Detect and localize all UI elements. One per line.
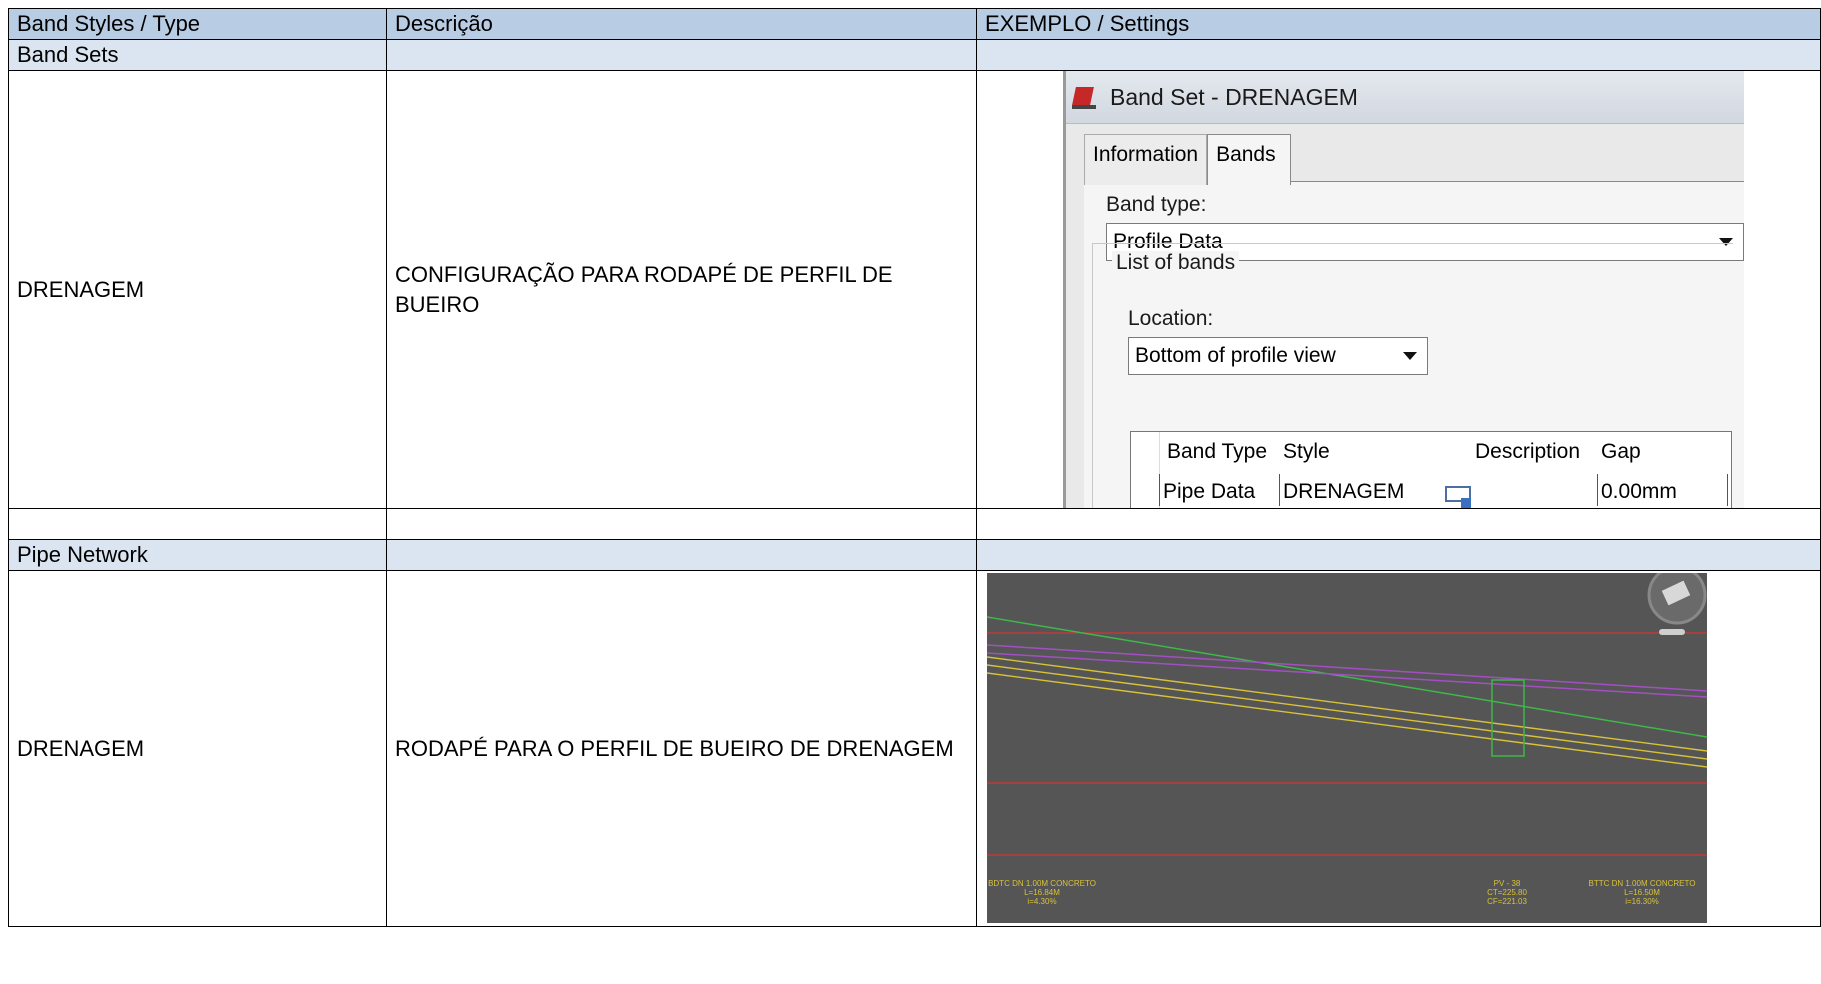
pipe-label-left-2: L=16.84M <box>1024 888 1060 897</box>
pipe-label-right-1: BTTC DN 1.00M CONCRETO <box>1589 879 1696 888</box>
pipe-label-right-2: L=16.50M <box>1624 888 1660 897</box>
structure-label-3: CF=221.03 <box>1487 897 1527 906</box>
table-row: DRENAGEM CONFIGURAÇÃO PARA RODAPÉ DE PER… <box>8 70 1821 509</box>
pipe-label-left-1: BDTC DN 1.00M CONCRETO <box>988 879 1096 888</box>
blank-row <box>8 508 1821 540</box>
section-title: Band Sets <box>8 39 387 71</box>
grid-header-style: Style <box>1283 440 1330 463</box>
structure-label-2: CT=225.80 <box>1487 888 1527 897</box>
grid-cell-style[interactable]: DRENAGEM <box>1283 472 1404 508</box>
location-label: Location: <box>1128 307 1214 330</box>
header-row: Band Styles / Type Descrição EXEMPLO / S… <box>8 8 1821 40</box>
dialog-titlebar: Band Set - DRENAGEM <box>1066 71 1744 124</box>
band-set-dialog: Band Set - DRENAGEM Information Bands Ba… <box>1063 71 1744 508</box>
grid-header-gap: Gap <box>1601 440 1641 463</box>
location-value: Bottom of profile view <box>1135 344 1336 367</box>
table-row: DRENAGEM RODAPÉ PARA O PERFIL DE BUEIRO … <box>8 570 1821 927</box>
profile-view-screenshot: BDTC DN 1.00M CONCRETO L=16.84M i=4.30% … <box>976 570 1821 927</box>
section-row-band-sets: Band Sets <box>8 39 1821 71</box>
grid-header-description: Description <box>1475 440 1581 463</box>
bands-grid: Band Type Style Description Gap Pipe Dat… <box>1130 431 1732 508</box>
band-set-dialog-screenshot: Band Set - DRENAGEM Information Bands Ba… <box>976 70 1821 509</box>
chevron-down-icon <box>1403 352 1417 360</box>
structure-label-1: PV - 38 <box>1494 879 1521 888</box>
band-type-label: Band type: <box>1106 193 1207 216</box>
header-example: EXEMPLO / Settings <box>976 8 1821 40</box>
grid-header-band-type: Band Type <box>1167 440 1268 463</box>
civil3d-app-icon <box>1072 85 1098 109</box>
dialog-tabs: Information Bands <box>1084 134 1291 185</box>
header-description: Descrição <box>386 8 977 40</box>
grid-cell-band-type[interactable]: Pipe Data <box>1163 472 1255 508</box>
tab-information[interactable]: Information <box>1084 134 1208 185</box>
tab-bands[interactable]: Bands <box>1207 134 1291 185</box>
style-edit-icon[interactable] <box>1445 486 1471 508</box>
grid-cell-gap[interactable]: 0.00mm <box>1601 472 1677 508</box>
profile-view-canvas: BDTC DN 1.00M CONCRETO L=16.84M i=4.30% … <box>987 573 1707 923</box>
band-styles-table: Band Styles / Type Descrição EXEMPLO / S… <box>8 8 1821 927</box>
profile-view-drawing: BDTC DN 1.00M CONCRETO L=16.84M i=4.30% … <box>987 573 1707 923</box>
section-title: Pipe Network <box>8 539 387 571</box>
row-description: CONFIGURAÇÃO PARA RODAPÉ DE PERFIL DE BU… <box>386 70 977 509</box>
pipe-label-left-3: i=4.30% <box>1027 897 1056 906</box>
list-of-bands-label: List of bands <box>1112 251 1240 275</box>
row-type: DRENAGEM <box>8 570 387 927</box>
row-description: RODAPÉ PARA O PERFIL DE BUEIRO DE DRENAG… <box>386 570 977 927</box>
location-select[interactable]: Bottom of profile view <box>1128 337 1428 375</box>
section-row-pipe-network: Pipe Network <box>8 539 1821 571</box>
pipe-label-right-3: i=16.30% <box>1625 897 1659 906</box>
header-type: Band Styles / Type <box>8 8 387 40</box>
row-type: DRENAGEM <box>8 70 387 509</box>
dialog-title: Band Set - DRENAGEM <box>1110 83 1358 110</box>
